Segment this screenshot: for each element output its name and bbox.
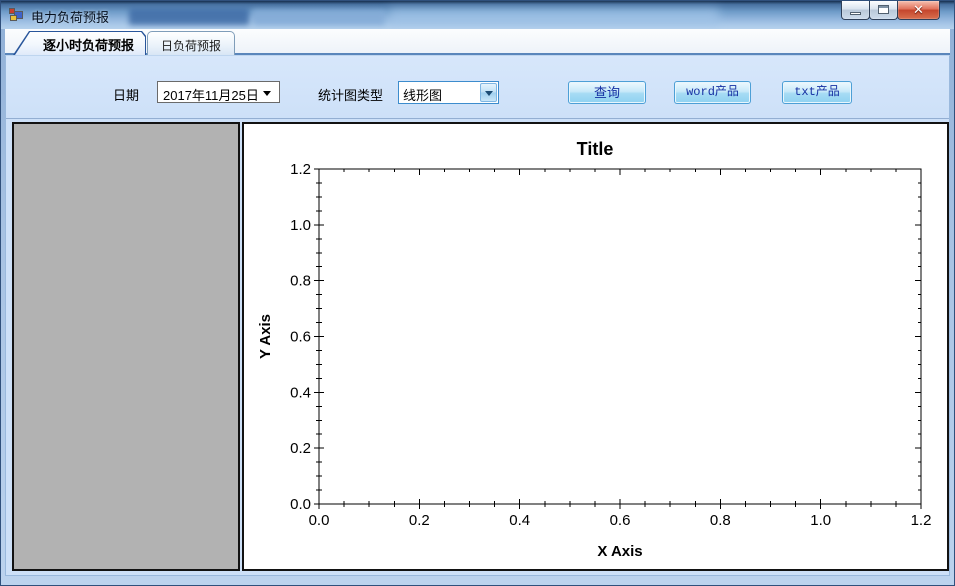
chart-title: Title — [577, 139, 614, 159]
y-tick-label: 0.4 — [290, 384, 311, 401]
x-tick-label: 1.0 — [810, 512, 831, 529]
txt-export-button[interactable]: txt产品 — [782, 81, 852, 104]
tab-hourly-forecast-label: 逐小时负荷预报 — [42, 38, 134, 53]
plot-area — [318, 168, 922, 505]
app-icon — [9, 7, 25, 23]
chart-canvas[interactable]: 0.0 0.2 0.4 0.6 0.8 1.0 1.2 0.0 0.2 0.4 0.6 0.8 1.0 1… — [244, 124, 947, 570]
date-label: 日期 — [113, 88, 140, 103]
maximize-button[interactable] — [869, 1, 898, 20]
x-tick-label: 0.6 — [610, 512, 631, 529]
y-tick-label: 0.8 — [290, 273, 311, 290]
minimize-button[interactable] — [841, 1, 870, 20]
chevron-down-icon — [485, 91, 493, 96]
y-tick-label: 0.0 — [290, 496, 311, 513]
x-axis-label: X Axis — [597, 543, 642, 560]
chart-type-label: 统计图类型 — [318, 88, 384, 103]
client-area: 逐小时负荷预报 日负荷预报 日期 2017年11月25日 统计图类型 线形图 查… — [5, 29, 950, 576]
toolbar: 日期 2017年11月25日 统计图类型 线形图 查询 word产品 txt产品 — [6, 56, 949, 119]
x-tick-label: 0.4 — [509, 512, 530, 529]
x-tick-label: 0.0 — [309, 512, 330, 529]
date-picker[interactable]: 2017年11月25日 — [157, 81, 280, 103]
titlebar-artifact — [253, 10, 385, 25]
tab-hourly-forecast[interactable]: 逐小时负荷预报 — [13, 31, 146, 55]
y-tick-label: 0.2 — [290, 440, 311, 457]
chevron-down-icon — [263, 91, 271, 96]
app-icon-yellow-square — [10, 15, 17, 21]
close-icon: ✕ — [913, 2, 924, 17]
titlebar: 电力负荷预报 ✕ — [1, 1, 954, 29]
titlebar-artifact — [389, 9, 719, 25]
window-frame: 电力负荷预报 ✕ 逐小时负荷预报 日负荷预报 日期 2017年11月25日 统计… — [0, 0, 955, 586]
combo-dropdown-button[interactable] — [480, 83, 497, 102]
minimize-icon — [850, 12, 861, 15]
close-button[interactable]: ✕ — [897, 1, 940, 20]
date-picker-value: 2017年11月25日 — [163, 88, 259, 103]
y-axis-label: Y Axis — [257, 314, 274, 359]
chart-type-value: 线形图 — [403, 88, 443, 103]
tab-daily-forecast[interactable]: 日负荷预报 — [147, 31, 235, 55]
data-grid-panel — [12, 122, 240, 571]
titlebar-artifact — [129, 8, 249, 25]
tab-bar: 逐小时负荷预报 日负荷预报 — [5, 29, 950, 55]
maximize-icon — [878, 5, 889, 14]
window-controls: ✕ — [841, 1, 940, 20]
y-tick-label: 0.6 — [290, 329, 311, 346]
content-panels: 0.0 0.2 0.4 0.6 0.8 1.0 1.2 0.0 0.2 0.4 0.6 0.8 1.0 1… — [6, 120, 949, 575]
application-window: 电力负荷预报 ✕ 逐小时负荷预报 日负荷预报 日期 2017年11月25日 统计… — [0, 0, 955, 586]
window-title: 电力负荷预报 — [31, 10, 110, 25]
tab-daily-forecast-label: 日负荷预报 — [160, 39, 221, 53]
y-tick-label: 1.2 — [290, 161, 311, 178]
x-tick-label: 1.2 — [911, 512, 932, 529]
query-button[interactable]: 查询 — [568, 81, 646, 104]
y-tick-label: 1.0 — [290, 217, 311, 234]
tab-page: 日期 2017年11月25日 统计图类型 线形图 查询 word产品 txt产品… — [5, 55, 950, 576]
word-export-button[interactable]: word产品 — [674, 81, 751, 104]
x-tick-label: 0.8 — [710, 512, 731, 529]
x-tick-label: 0.2 — [409, 512, 430, 529]
chart-type-select[interactable]: 线形图 — [398, 81, 499, 104]
chart-panel: 0.0 0.2 0.4 0.6 0.8 1.0 1.2 0.0 0.2 0.4 0.6 0.8 1.0 1… — [242, 122, 949, 571]
